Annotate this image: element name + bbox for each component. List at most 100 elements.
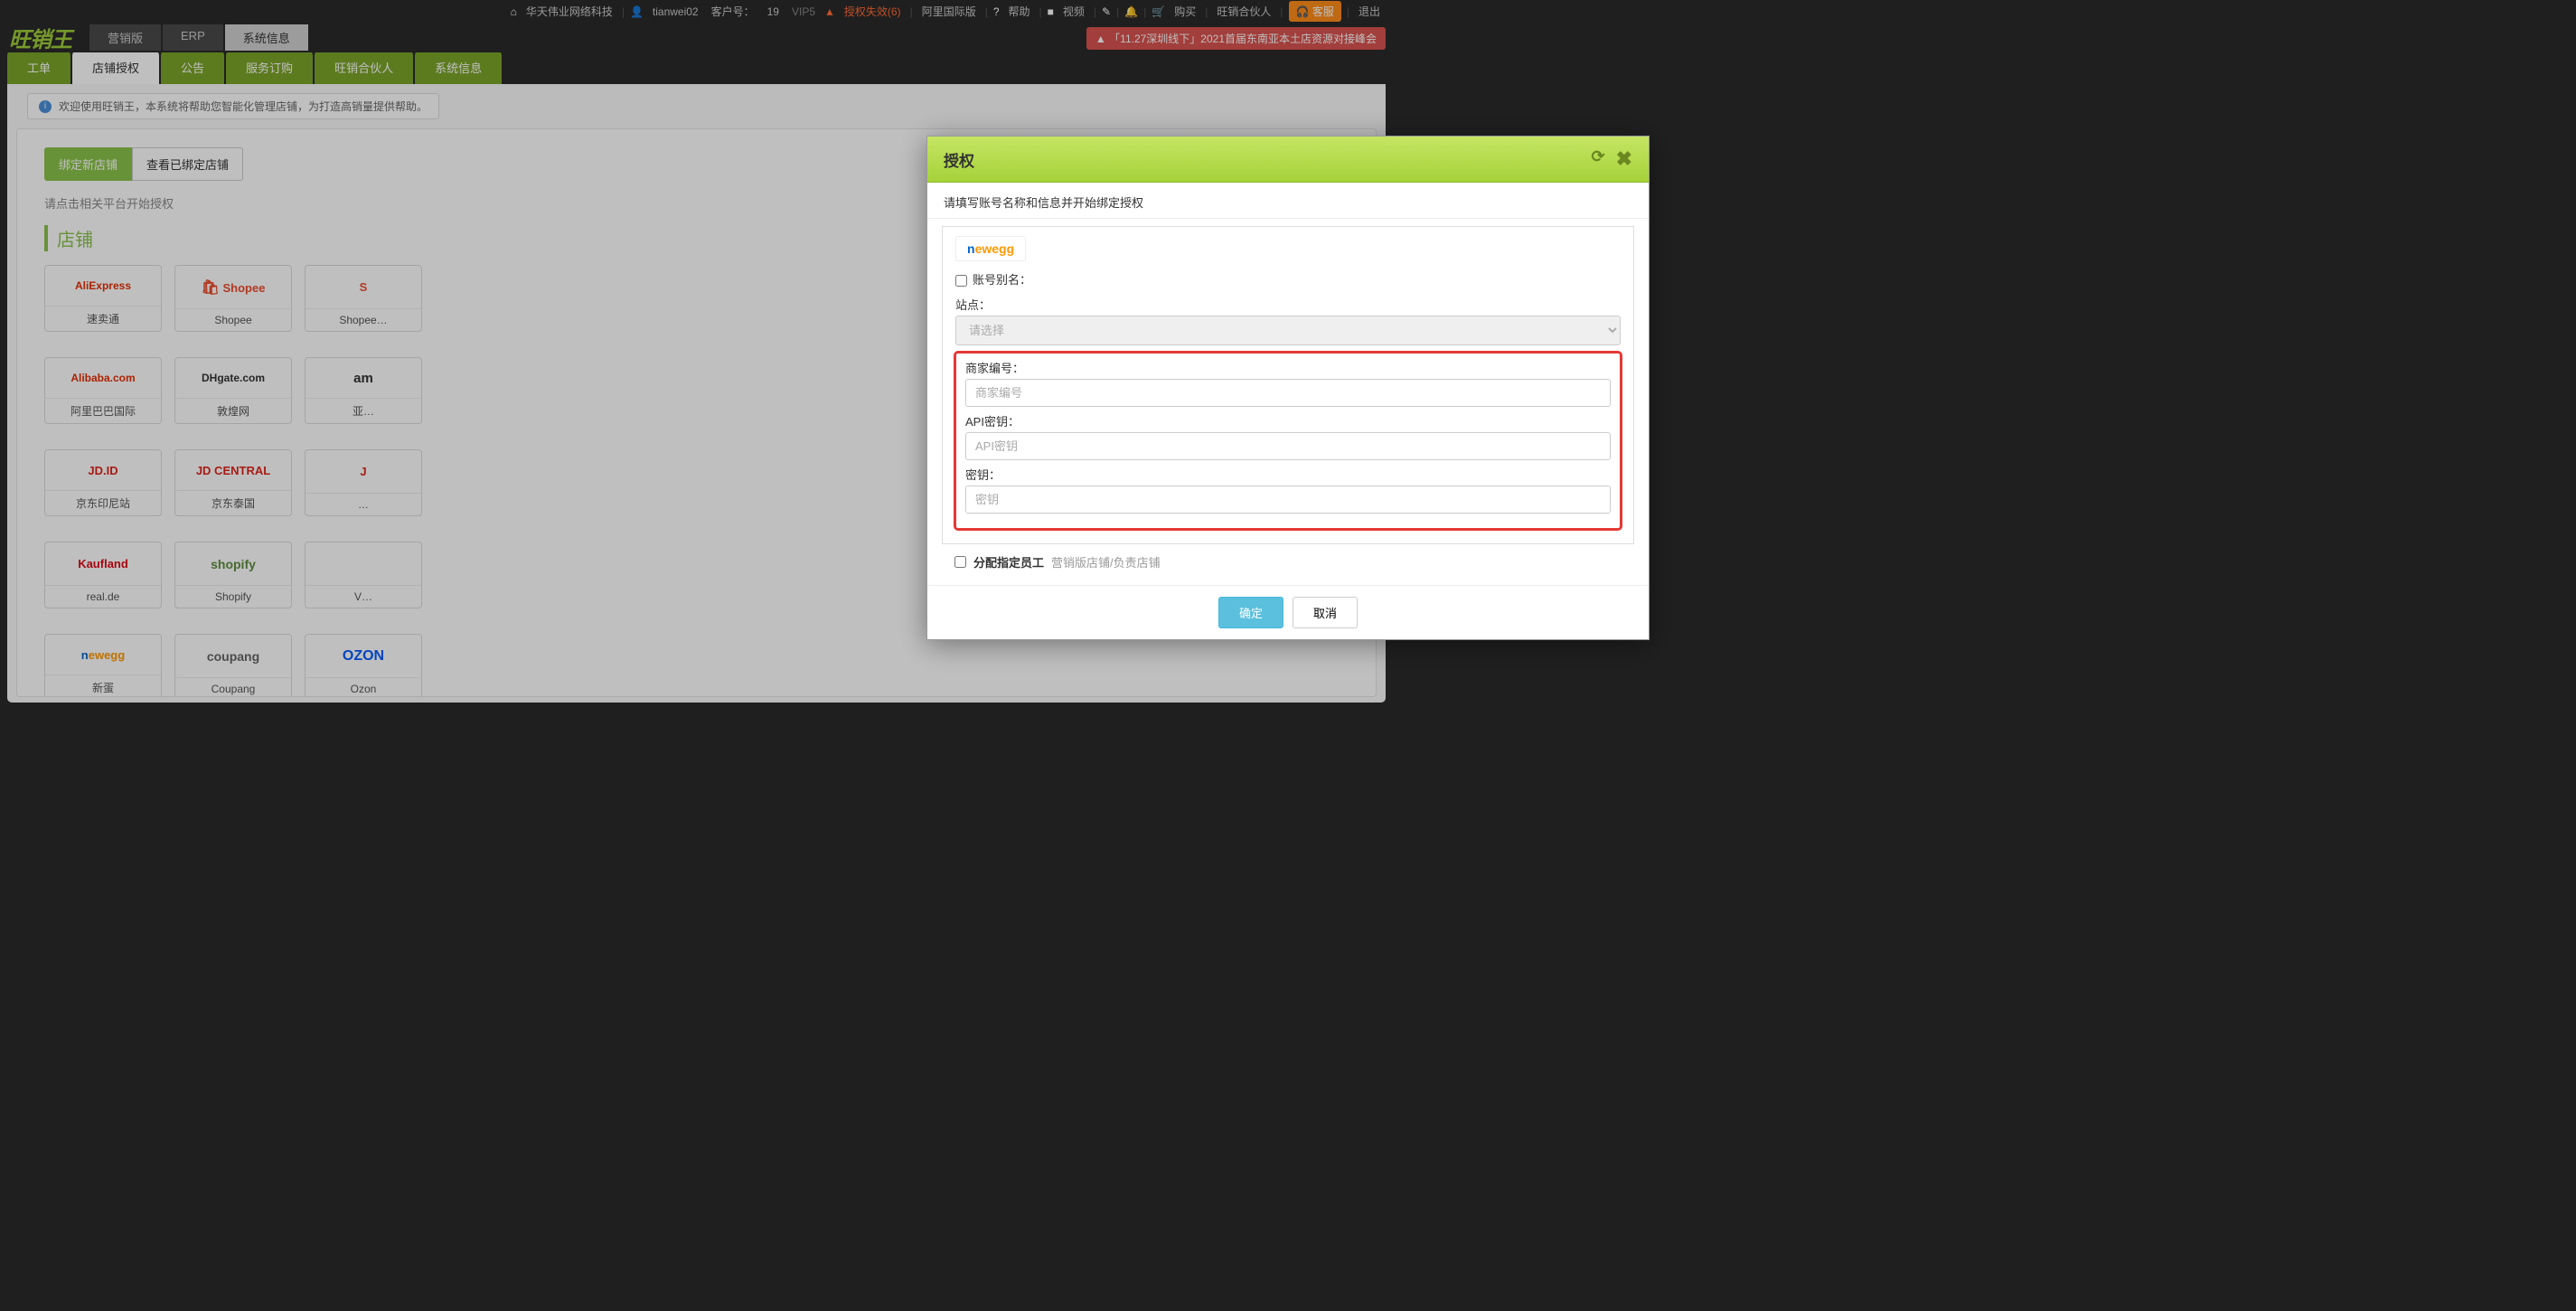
platform-card[interactable]: Kauflandreal.de <box>44 542 162 608</box>
refresh-icon[interactable]: ⟳ <box>1591 147 1604 171</box>
merchant-label: 商家编号： <box>965 359 1024 376</box>
secret-input[interactable] <box>965 486 1611 514</box>
platform-name: 新蛋 <box>45 674 161 697</box>
auth-warning[interactable]: 授权失效(6) <box>841 4 905 19</box>
partner-link[interactable]: 旺销合伙人 <box>1213 4 1274 19</box>
purchase-link[interactable]: 购买 <box>1170 4 1199 19</box>
modal-controls: ⟳ ✖ <box>1591 147 1632 171</box>
app-logo: 旺销王 <box>9 22 71 53</box>
platform-card[interactable]: JD CENTRAL京东泰国 <box>174 449 292 516</box>
platform-card[interactable]: V… <box>305 542 422 608</box>
confirm-button[interactable]: 确定 <box>1218 597 1283 628</box>
platform-card[interactable]: AliExpress速卖通 <box>44 265 162 332</box>
main-tab-sysinfo[interactable]: 系统信息 <box>415 51 502 84</box>
apikey-label: API密钥： <box>965 412 1020 429</box>
bell-icon[interactable]: 🔔 <box>1124 5 1138 18</box>
secret-label: 密钥： <box>965 466 1001 483</box>
main-tabs: 工单 店铺授权 公告 服务订购 旺销合伙人 系统信息 <box>0 52 1393 84</box>
platform-name: V… <box>306 585 421 608</box>
top-header: ⌂ 华天伟业网络科技 | 👤 tianwei02 客户号： 19 VIP5 ▲ … <box>0 0 1393 23</box>
credentials-highlight: 商家编号： API密钥： 密钥： <box>954 351 1622 531</box>
platform-card[interactable]: shopifyShopify <box>174 542 292 608</box>
platform-logo: J <box>306 450 421 493</box>
user-name[interactable]: tianwei02 <box>649 5 702 18</box>
site-label: 站点： <box>955 296 991 313</box>
note-icon[interactable]: ✎ <box>1102 5 1111 18</box>
merchant-input[interactable] <box>965 379 1611 407</box>
video-link[interactable]: 视频 <box>1059 4 1088 19</box>
customer-label: 客户号： <box>708 4 758 19</box>
cancel-button[interactable]: 取消 <box>1293 597 1358 628</box>
site-row: 站点： 请选择 <box>955 296 1621 345</box>
main-tab-notice[interactable]: 公告 <box>161 51 224 84</box>
platform-name: Coupang <box>175 677 291 697</box>
platform-logo: coupang <box>175 635 291 677</box>
platform-logo: 🛍 Shopee <box>175 266 291 308</box>
modal-footer: 确定 取消 <box>927 585 1649 639</box>
modal-body: newegg 账号别名： 站点： 请选择 商家编号： API密钥： <box>927 219 1649 585</box>
auth-modal: 授权 ⟳ ✖ 请填写账号名称和信息并开始绑定授权 newegg 账号别名： 站点… <box>926 136 1650 640</box>
mode-tabs: 营销版 ERP 系统信息 <box>89 24 308 51</box>
platform-card[interactable]: newegg新蛋 <box>44 634 162 697</box>
platform-card[interactable]: Alibaba.com阿里巴巴国际 <box>44 357 162 424</box>
platform-name: Shopee… <box>306 308 421 331</box>
view-bound-shops-button[interactable]: 查看已绑定店铺 <box>132 147 243 181</box>
announcement-banner[interactable]: ▲ 「11.27深圳线下」2021首届东南亚本土店资源对接峰会 <box>1086 27 1386 50</box>
platform-card[interactable]: JD.ID京东印尼站 <box>44 449 162 516</box>
platform-card[interactable]: OZONOzon <box>305 634 422 697</box>
assign-label: 分配指定员工 <box>973 553 1044 571</box>
platform-logo <box>306 542 421 585</box>
mode-tab-marketing[interactable]: 营销版 <box>89 24 161 51</box>
main-tab-shopauth[interactable]: 店铺授权 <box>72 51 159 84</box>
alias-checkbox[interactable] <box>955 275 967 287</box>
platform-card[interactable]: SShopee… <box>305 265 422 332</box>
platform-card[interactable]: coupangCoupang <box>174 634 292 697</box>
help-link[interactable]: 帮助 <box>1005 4 1034 19</box>
platform-card[interactable]: am亚… <box>305 357 422 424</box>
platform-name: 敦煌网 <box>175 398 291 423</box>
main-tab-service[interactable]: 服务订购 <box>226 51 313 84</box>
main-tab-workorder[interactable]: 工单 <box>7 51 71 84</box>
platform-card[interactable]: J… <box>305 449 422 516</box>
logout-link[interactable]: 退出 <box>1355 4 1384 19</box>
platform-name: … <box>306 493 421 515</box>
modal-title: 授权 <box>944 148 974 171</box>
warning-icon: ▲ <box>824 5 835 18</box>
cart-icon: 🛒 <box>1152 5 1165 18</box>
mode-tab-erp[interactable]: ERP <box>163 24 223 51</box>
logo-bar: 旺销王 营销版 ERP 系统信息 ▲ 「11.27深圳线下」2021首届东南亚本… <box>0 23 1393 52</box>
platform-name: 亚… <box>306 398 421 423</box>
user-icon: 👤 <box>630 5 644 18</box>
platform-logo: DHgate.com <box>175 358 291 398</box>
main-tab-partner[interactable]: 旺销合伙人 <box>315 51 413 84</box>
platform-card[interactable]: DHgate.com敦煌网 <box>174 357 292 424</box>
close-icon[interactable]: ✖ <box>1616 147 1632 171</box>
info-icon: i <box>39 100 52 113</box>
region-link[interactable]: 阿里国际版 <box>918 4 980 19</box>
vip-level: VIP5 <box>788 5 819 18</box>
apikey-input[interactable] <box>965 432 1611 460</box>
video-icon: ■ <box>1048 5 1054 18</box>
site-select[interactable]: 请选择 <box>955 316 1621 345</box>
bind-new-shop-button[interactable]: 绑定新店铺 <box>44 147 132 181</box>
mode-tab-sysinfo[interactable]: 系统信息 <box>225 24 308 51</box>
platform-name: 京东印尼站 <box>45 490 161 515</box>
info-banner: i 欢迎使用旺销王，本系统将帮助您智能化管理店铺，为打造高销量提供帮助。 <box>27 93 439 119</box>
company-name[interactable]: 华天伟业网络科技 <box>522 4 616 19</box>
platform-name: 速卖通 <box>45 306 161 331</box>
platform-logo: shopify <box>175 542 291 585</box>
platform-name: 京东泰国 <box>175 490 291 515</box>
platform-logo: newegg <box>45 635 161 674</box>
assign-checkbox[interactable] <box>954 556 966 568</box>
help-icon: ? <box>993 5 1000 18</box>
headset-icon: 🎧 <box>1296 5 1310 18</box>
service-button[interactable]: 🎧 客服 <box>1289 1 1341 22</box>
platform-name: 阿里巴巴国际 <box>45 398 161 423</box>
platform-card[interactable]: 🛍 ShopeeShopee <box>174 265 292 332</box>
alert-icon: ▲ <box>1095 33 1106 45</box>
platform-logo: JD CENTRAL <box>175 450 291 490</box>
platform-name: Ozon <box>306 677 421 697</box>
platform-logo: AliExpress <box>45 266 161 306</box>
alias-row: 账号别名： <box>955 270 1621 290</box>
platform-logo: S <box>306 266 421 308</box>
